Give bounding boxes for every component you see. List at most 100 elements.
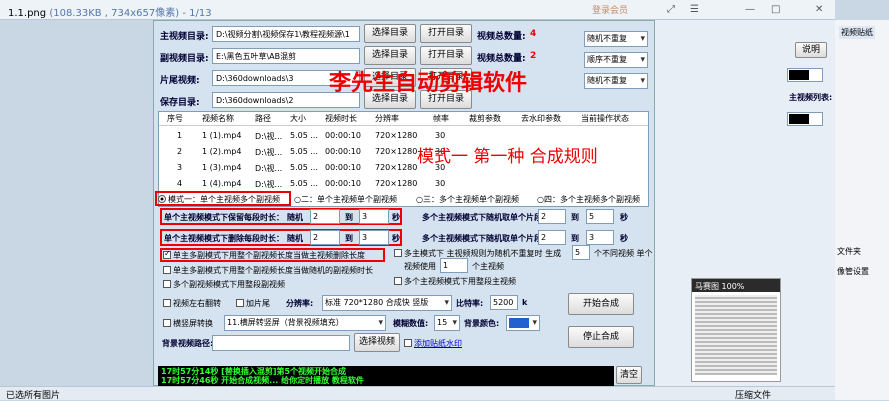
table-cell: 5.05 ... [290, 131, 318, 140]
minimize-icon[interactable]: — [745, 4, 755, 15]
select-sub-dir-button[interactable]: 选择目录 [364, 46, 416, 65]
add-watermark-checkbox[interactable]: 添加贴纸水印 [404, 338, 462, 349]
single-delete-from[interactable]: 2 [310, 230, 340, 245]
table-cell: 5.05 ... [290, 147, 318, 156]
login-member-link[interactable]: 登录会员 [592, 3, 628, 16]
single-keep-to-value[interactable]: 3 [359, 209, 389, 224]
mode-two-radio[interactable]: ○二：单个主视频单个副视频 [294, 194, 397, 205]
table-header: 路径 [255, 114, 271, 123]
select-main-dir-button[interactable]: 选择目录 [364, 24, 416, 43]
sub-video-dir-input[interactable]: E:\黑色五叶草\AB混剪 [212, 48, 360, 64]
side-panel: 说明 主视频列表: 马赛图 100% [655, 20, 835, 386]
preview-thumbnail [695, 295, 777, 375]
color-picker-2[interactable] [787, 112, 823, 126]
use-sub-as-random-checkbox[interactable]: 单主多副模式下用整个副视频长度当做随机的副视频时长 [163, 265, 373, 276]
checkbox-icon [163, 251, 171, 259]
main-video-dir-input[interactable]: D:\视频分割\视频保存1\教程视频源\1 [212, 26, 360, 42]
single-delete-to-value[interactable]: 3 [359, 230, 389, 245]
flip-checkbox[interactable]: 视频左右翻转 [163, 298, 221, 309]
viewer-filename: 1.1.png (108.33KB , 734x657像素) - 1/13 [8, 8, 212, 19]
explain-button[interactable]: 说明 [795, 42, 827, 58]
settings-text[interactable]: 像管设置 [837, 266, 869, 277]
table-cell: 00:00:10 [325, 131, 361, 140]
multi-generate-count[interactable]: 5 [572, 245, 590, 260]
table-header: 去水印参数 [521, 114, 561, 123]
multi-delete-to-value[interactable]: 3 [586, 230, 614, 245]
start-compose-button[interactable]: 开始合成 [568, 293, 634, 315]
close-icon[interactable]: ✕ [815, 4, 823, 15]
menu-icon[interactable]: ☰ [690, 4, 699, 15]
mode-four-radio[interactable]: ○四：多个主视频多个副视频 [537, 194, 640, 205]
sub-video-count-label: 视频总数量: [477, 54, 526, 64]
multi-delete-from[interactable]: 2 [538, 230, 566, 245]
single-keep-from[interactable]: 2 [310, 209, 340, 224]
add-ending-checkbox[interactable]: 加片尾 [236, 298, 270, 309]
fullscreen-icon[interactable]: ⤢ [667, 4, 675, 15]
mode-one-radio[interactable]: 模式一：单个主视频多个副视频 [158, 194, 280, 205]
bitrate-input[interactable]: 5200 [490, 295, 518, 310]
bitrate-unit: k [522, 298, 528, 307]
main-order-select[interactable]: 随机不重复 [584, 31, 648, 47]
resolution-label: 分辨率: [286, 299, 314, 308]
use-sub-as-delete-checkbox[interactable]: 单主多副模式下用整个副视频长度当做主视频删除长度 [163, 250, 365, 261]
table-header: 大小 [290, 114, 306, 123]
main-video-count-label: 视频总数量: [477, 32, 526, 42]
orientation-select[interactable]: 11.横屏转竖屏（背景视频填充） [224, 315, 386, 331]
multi-keep-to-value[interactable]: 5 [586, 209, 614, 224]
checkbox-icon [394, 249, 402, 257]
checkbox-icon [163, 319, 171, 327]
preview-window: 马赛图 100% [691, 278, 781, 382]
mode-three-radio[interactable]: ○三：多个主视频单个副视频 [416, 194, 519, 205]
save-dir-label: 保存目录: [160, 98, 200, 108]
use-whole-main-checkbox[interactable]: 多个主视频模式下用整段主视频 [394, 276, 516, 287]
orientation-checkbox[interactable]: 横竖屏转换 [163, 318, 213, 329]
blur-select[interactable]: 15 [434, 315, 460, 331]
multi-use-count[interactable]: 1 [440, 258, 468, 273]
pick-bgvideo-button[interactable]: 选择视频 [354, 333, 400, 352]
sub-order-select[interactable]: 顺序不重复 [584, 52, 648, 68]
table-cell: D:\视... [255, 148, 283, 157]
checkbox-icon [163, 299, 171, 307]
resolution-select[interactable]: 标准 720*1280 合成快 竖版 [322, 295, 452, 311]
preview-title: 马赛图 100% [692, 279, 780, 292]
overlay-mode-caption: 模式一 第一种 合成规则 [417, 147, 598, 167]
status-right[interactable]: 压缩文件 [735, 388, 771, 401]
table-cell: 3 [177, 163, 183, 172]
background-window: 视频贴纸 文件夹 像管设置 [835, 20, 889, 400]
open-sub-dir-button[interactable]: 打开目录 [420, 46, 472, 65]
bgcolor-select[interactable] [506, 315, 540, 331]
table-header: 裁剪参数 [469, 114, 501, 123]
multi-keep-label: 多个主视频模式下随机取单个片段： [422, 213, 550, 222]
ending-order-select[interactable]: 随机不重复 [584, 73, 648, 89]
single-delete-random: 随机 [287, 234, 303, 243]
table-header: 序号 [167, 114, 183, 123]
sticker-chip[interactable]: 视频贴纸 [839, 26, 875, 39]
table-cell: 00:00:10 [325, 163, 361, 172]
ending-video-dir-label: 片尾视频: [160, 76, 200, 86]
table-cell: 720×1280 [375, 147, 418, 156]
multi-keep-from[interactable]: 2 [538, 209, 566, 224]
log-line: 17时57分46秒 开始合成视频... 给你定时播放 教程软件 [161, 376, 364, 385]
multi-keep-to: 到 [571, 213, 579, 222]
radio-icon [158, 195, 166, 203]
stop-compose-button[interactable]: 停止合成 [568, 326, 634, 348]
maximize-icon[interactable]: □ [771, 4, 780, 15]
open-main-dir-button[interactable]: 打开目录 [420, 24, 472, 43]
use-whole-sub-checkbox[interactable]: 多个副视频模式下用整段副视频 [163, 279, 285, 290]
status-bar: 已选所有图片 压缩文件 [0, 386, 835, 401]
folder-type-text: 文件夹 [837, 247, 861, 256]
table-header: 视频时长 [325, 114, 357, 123]
blur-label: 模糊数值: [393, 319, 429, 328]
table-cell: 1 (4).mp4 [202, 179, 242, 188]
bgcolor-label: 背景颜色: [464, 319, 500, 328]
table-cell: D:\视... [255, 180, 283, 189]
table-cell: 720×1280 [375, 179, 418, 188]
bgvideo-input[interactable] [212, 335, 350, 351]
multi-generate-checkbox[interactable]: 多主模式下 主视频规则为随机不重复时 生成 [394, 248, 561, 259]
single-keep-label: 单个主视频模式下保留每段时长： [164, 213, 284, 222]
clear-log-button[interactable]: 清空 [616, 366, 642, 384]
table-cell: 5.05 ... [290, 179, 318, 188]
color-picker-1[interactable] [787, 68, 823, 82]
checkbox-icon [163, 266, 171, 274]
table-cell: 1 (1).mp4 [202, 131, 242, 140]
